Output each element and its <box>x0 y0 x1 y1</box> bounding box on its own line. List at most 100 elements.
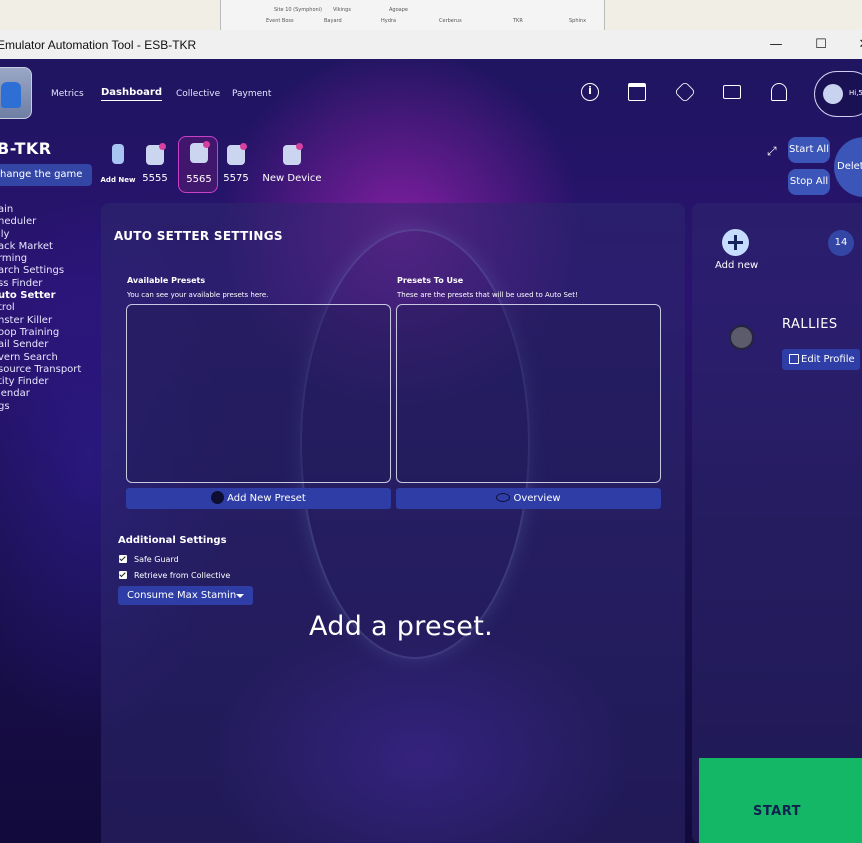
settings-icon[interactable] <box>674 81 696 103</box>
nav-payment[interactable]: Payment <box>232 89 271 99</box>
caret-down-icon <box>236 594 244 598</box>
overview-button[interactable]: Overview <box>396 488 661 509</box>
sidebar-item[interactable]: arch Settings <box>0 265 81 277</box>
sheet-cell: Cerberus <box>439 18 462 24</box>
add-circle-icon <box>211 490 225 504</box>
checkbox-checked-icon <box>119 554 127 563</box>
safe-guard-label: Safe Guard <box>134 555 179 564</box>
retrieve-collective-checkbox[interactable]: Retrieve from Collective <box>119 570 231 580</box>
nav-dashboard[interactable]: Dashboard <box>101 87 162 101</box>
background-spreadsheet: Site 10 (Symphoni) Vikings Agoape Event … <box>220 0 605 30</box>
presets-to-use-list[interactable] <box>396 304 661 483</box>
start-all-button[interactable]: Start All <box>788 137 830 163</box>
sheet-cell: TKR <box>513 18 523 24</box>
edit-profile-label: Edit Profile <box>801 354 855 365</box>
user-menu[interactable]: Hi,5 <box>814 71 862 117</box>
sidebar-item[interactable]: ss Finder <box>0 278 81 290</box>
profiles-panel: Add new 14 RALLIES Edit Profile <box>692 203 862 843</box>
device-tile[interactable]: 5555 <box>135 139 175 199</box>
start-button[interactable]: START <box>699 758 862 843</box>
sheet-cell: Agoape <box>389 7 408 13</box>
maximize-button[interactable]: ☐ <box>809 33 833 57</box>
delete-button[interactable]: Delet <box>834 137 862 197</box>
sheet-cell: Hydra <box>381 18 397 24</box>
profile-count-badge: 14 <box>828 230 854 256</box>
add-profile-label[interactable]: Add new <box>715 260 758 271</box>
nav-collective[interactable]: Collective <box>176 89 220 99</box>
window-title: Emulator Automation Tool - ESB-TKR <box>0 38 197 52</box>
add-device-button[interactable]: Add New <box>100 144 136 192</box>
device-icon <box>112 144 124 164</box>
checkbox-checked-icon <box>119 570 127 579</box>
sidebar-item[interactable]: ack Market <box>0 241 81 253</box>
robot-icon <box>1 82 21 108</box>
sidebar-item[interactable]: gs <box>0 401 81 413</box>
panel-title: AUTO SETTER SETTINGS <box>114 229 283 243</box>
safe-guard-checkbox[interactable]: Safe Guard <box>119 554 179 564</box>
nav-metrics[interactable]: Metrics <box>51 89 84 99</box>
stop-all-button[interactable]: Stop All <box>788 169 830 195</box>
sidebar-item[interactable]: nster Killer <box>0 315 81 327</box>
change-game-button[interactable]: hange the game <box>0 164 92 186</box>
available-presets-title: Available Presets <box>127 276 206 285</box>
sidebar-menu: ain heduler lly ack Market rming arch Se… <box>0 204 81 413</box>
available-presets-list[interactable] <box>126 304 391 483</box>
edit-profile-button[interactable]: Edit Profile <box>782 349 860 370</box>
avatar <box>823 84 843 104</box>
device-label: New Device <box>262 173 322 184</box>
sidebar-item[interactable]: ail Sender <box>0 339 81 351</box>
empty-state-hint: Add a preset. <box>309 611 493 642</box>
sheet-cell: Event Boss <box>266 18 294 24</box>
phone-icon <box>146 143 166 165</box>
sidebar-item[interactable]: oop Training <box>0 327 81 339</box>
additional-settings-title: Additional Settings <box>118 535 227 546</box>
add-preset-label: Add New Preset <box>227 493 306 504</box>
presets-to-use-title: Presets To Use <box>397 276 464 285</box>
device-label: 5575 <box>223 173 249 184</box>
eye-icon <box>496 492 511 502</box>
background-document <box>0 0 220 30</box>
phone-icon <box>283 143 303 165</box>
profile-avatar <box>729 325 754 350</box>
presets-to-use-desc: These are the presets that will be used … <box>397 291 578 299</box>
greeting: Hi,5 <box>849 89 862 97</box>
new-device-tile[interactable]: New Device <box>262 139 322 199</box>
edit-icon <box>789 354 799 364</box>
sheet-cell: Vikings <box>333 7 351 13</box>
device-tile[interactable]: 5575 <box>216 139 256 199</box>
consume-stamina-value: Consume Max Stamin <box>127 590 237 601</box>
device-tile-selected[interactable]: 5565 <box>178 136 218 193</box>
background-window-strip: Site 10 (Symphoni) Vikings Agoape Event … <box>0 0 862 30</box>
phone-icon <box>190 141 210 163</box>
sidebar-item-auto-setter[interactable]: uto Setter <box>0 290 81 302</box>
brand-name: B-TKR <box>0 139 52 158</box>
phone-icon <box>227 143 247 165</box>
sidebar-item[interactable]: source Transport <box>0 364 81 376</box>
bell-icon[interactable] <box>771 83 787 101</box>
retrieve-collective-label: Retrieve from Collective <box>134 571 231 580</box>
info-icon[interactable]: i <box>581 83 599 101</box>
mail-icon[interactable] <box>723 85 741 99</box>
calendar-icon[interactable] <box>628 83 646 101</box>
sidebar-item[interactable]: vern Search <box>0 352 81 364</box>
available-presets-desc: You can see your available presets here. <box>127 291 269 299</box>
sheet-cell: Sphinx <box>569 18 587 24</box>
sidebar-item[interactable]: lendar <box>0 388 81 400</box>
sidebar-item[interactable]: rming <box>0 253 81 265</box>
sidebar-item[interactable]: trol <box>0 302 81 314</box>
app-logo <box>0 67 32 119</box>
background-document <box>605 0 862 30</box>
sidebar-item[interactable]: tity Finder <box>0 376 81 388</box>
sheet-cell: Site 10 (Symphoni) <box>274 7 323 13</box>
add-preset-button[interactable]: Add New Preset <box>126 488 391 509</box>
overview-label: Overview <box>513 493 561 504</box>
expand-icon[interactable]: ⤢ <box>767 144 781 158</box>
profile-name: RALLIES <box>782 317 838 332</box>
close-button[interactable]: ✕ <box>852 33 862 57</box>
consume-stamina-select[interactable]: Consume Max Stamin <box>118 586 253 605</box>
minimize-button[interactable]: — <box>764 33 788 57</box>
sidebar-item[interactable]: ain <box>0 204 81 216</box>
sidebar-item[interactable]: lly <box>0 229 81 241</box>
sidebar-item[interactable]: heduler <box>0 216 81 228</box>
add-profile-plus-icon[interactable] <box>722 229 749 256</box>
